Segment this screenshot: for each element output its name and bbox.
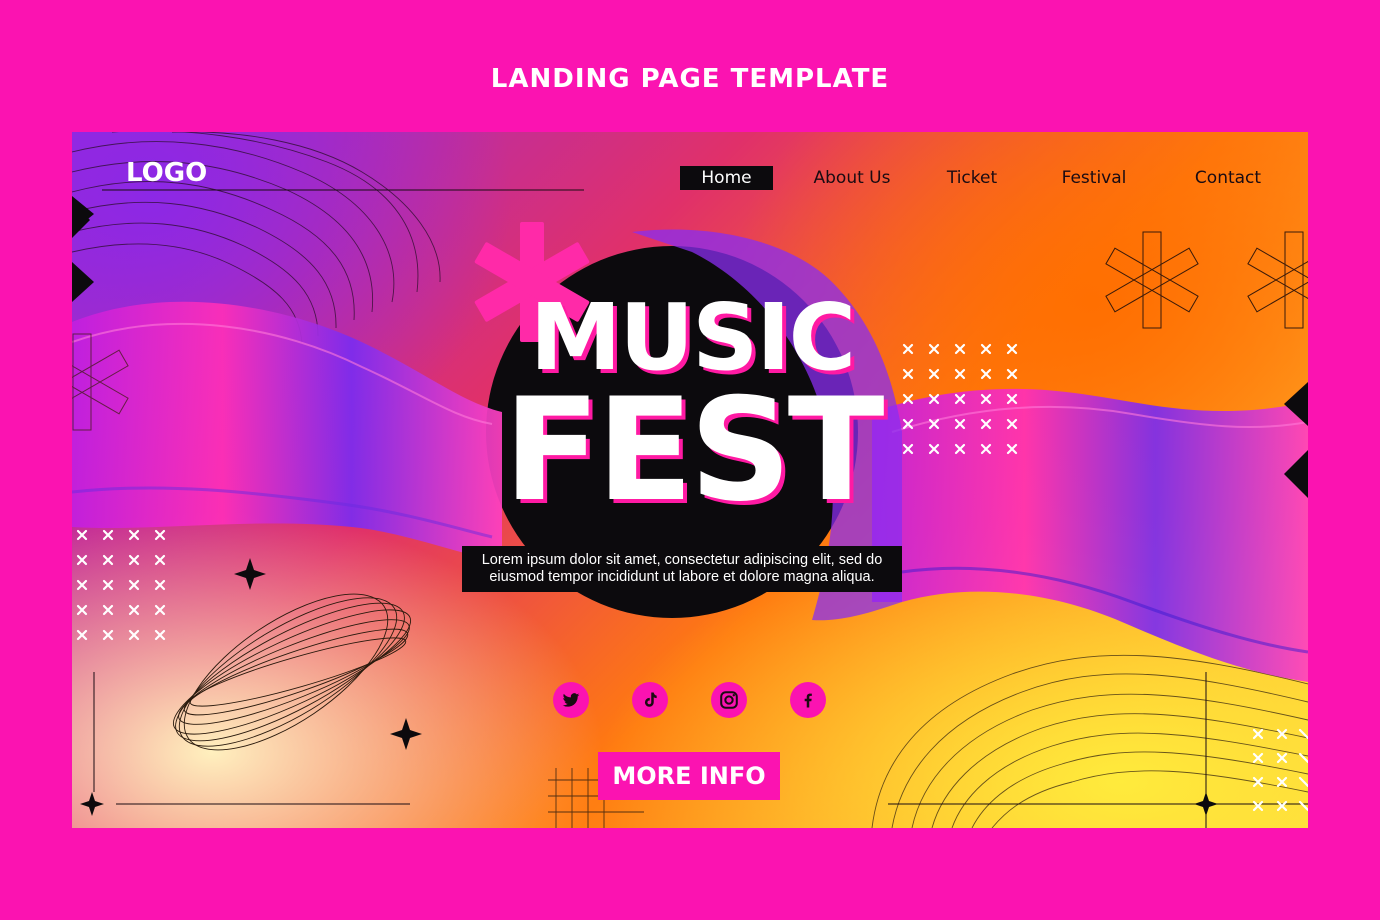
nav-ticket[interactable]: Ticket <box>932 166 1012 190</box>
chevrons-left <box>72 196 94 302</box>
hero-description: Lorem ipsum dolor sit amet, consectetur … <box>462 546 902 592</box>
nav-contact[interactable]: Contact <box>1176 166 1280 190</box>
nav-home[interactable]: Home <box>680 166 773 190</box>
instagram-icon[interactable] <box>711 682 747 718</box>
page-heading: LANDING PAGE TEMPLATE <box>490 64 890 94</box>
nav-about-us[interactable]: About Us <box>802 166 902 190</box>
x-pattern-right <box>1252 728 1308 812</box>
asterisk-outline-1 <box>1105 231 1199 329</box>
nav-festival[interactable]: Festival <box>1048 166 1140 190</box>
contour-lines-bottom-right <box>871 654 1308 828</box>
asterisk-outline-2 <box>1247 231 1308 329</box>
facebook-icon[interactable] <box>790 682 826 718</box>
x-pattern-left <box>76 529 166 641</box>
title-line-fest: FEST <box>503 368 884 533</box>
logo[interactable]: LOGO <box>126 158 207 188</box>
tiktok-icon[interactable] <box>632 682 668 718</box>
landing-page-frame: LOGO Home About Us Ticket Festival Conta… <box>72 132 1308 828</box>
more-info-button[interactable]: MORE INFO <box>598 752 780 800</box>
twitter-icon[interactable] <box>553 682 589 718</box>
wireframe-ribbon <box>172 593 412 751</box>
hero-title: MUSIC FEST <box>472 292 912 522</box>
